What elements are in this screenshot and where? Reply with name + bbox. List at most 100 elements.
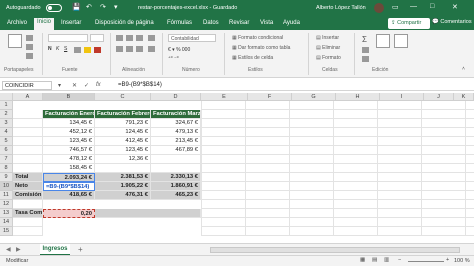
row-header[interactable]: 14 [0,218,13,227]
cancel-icon[interactable]: ✕ [72,82,77,89]
name-box[interactable]: COINCIDIR [2,81,52,90]
row-header[interactable]: 3 [0,119,13,128]
empty-cells[interactable] [201,101,474,236]
zoom-out-icon[interactable]: − [398,257,401,263]
total-febrero[interactable]: 2.381,53 € [95,173,151,182]
cut-icon[interactable] [26,35,33,41]
row-header[interactable]: 12 [0,200,13,209]
cell-d4[interactable]: 479,13 € [151,128,201,137]
cell-c3[interactable]: 791,23 € [95,119,151,128]
autosum-icon[interactable]: Σ [362,35,367,44]
copy-icon[interactable] [26,44,33,50]
cell-a2[interactable] [13,110,43,119]
menu-ayuda[interactable]: Ayuda [280,19,303,27]
column-header[interactable]: I [380,93,424,101]
collapse-ribbon-icon[interactable]: ˄ [462,66,465,72]
menu-vista[interactable]: Vista [257,19,276,27]
align-right-icon[interactable] [136,46,143,52]
bold-icon[interactable]: N [48,46,52,52]
comision-marzo[interactable]: 465,23 € [151,191,201,200]
row-header[interactable]: 4 [0,128,13,137]
font-size-field[interactable] [90,34,104,42]
ribbon-display-icon[interactable]: ▭ [392,3,399,11]
cell-b4[interactable]: 452,12 € [43,128,95,137]
wrap-text-icon[interactable] [148,35,155,41]
comments-button[interactable]: 💬 Comentarios [432,19,472,25]
font-color-icon[interactable] [94,47,101,53]
neto-marzo[interactable]: 1.860,91 € [151,182,201,191]
delete-cells-button[interactable]: ▤ Eliminar [316,45,340,51]
row-header[interactable]: 15 [0,227,13,236]
header-marzo[interactable]: Facturación Marzo [151,110,201,119]
fill-color-icon[interactable] [84,47,91,53]
row-header[interactable]: 2 [0,110,13,119]
row-header[interactable]: 10 [0,182,13,191]
page-break-icon[interactable]: ▥ [384,257,389,263]
row-header[interactable]: 13 [0,209,13,218]
enter-icon[interactable]: ✓ [84,82,89,89]
normal-view-icon[interactable]: ▦ [360,257,365,263]
formula-input[interactable]: =B9-(B9*$B$14) [118,82,162,88]
cell-d8[interactable] [151,164,201,173]
cell-b6[interactable]: 746,57 € [43,146,95,155]
zoom-in-icon[interactable]: + [446,257,449,263]
cell-styles-button[interactable]: ▦ Estilos de celda [232,55,273,61]
header-febrero[interactable]: Facturación Febrero [95,110,151,119]
border-icon[interactable] [74,47,81,53]
prev-sheet-icon[interactable]: ◀ [6,246,11,253]
page-layout-icon[interactable]: ▤ [372,257,377,263]
format-as-table-button[interactable]: ▦ Dar formato como tabla [232,45,290,51]
merge-cells-icon[interactable] [148,46,155,52]
insert-cells-button[interactable]: ▤ Insertar [316,35,339,41]
total-enero[interactable]: 2.093,24 € [43,173,95,182]
cell-c4[interactable]: 124,45 € [95,128,151,137]
column-header[interactable]: C [95,93,151,101]
menu-insertar[interactable]: Insertar [58,19,84,27]
fill-icon[interactable] [362,47,369,53]
cell-c8[interactable] [95,164,151,173]
menu-formulas[interactable]: Fórmulas [164,19,195,27]
column-header[interactable]: K [454,93,474,101]
add-sheet-icon[interactable]: + [78,245,83,254]
zoom-level[interactable]: 100 % [454,258,470,264]
column-header[interactable]: F [248,93,292,101]
undo-icon[interactable]: ↶ [86,3,92,11]
autosave-toggle[interactable] [46,4,62,12]
find-select-icon[interactable] [394,34,408,48]
total-marzo[interactable]: 2.330,13 € [151,173,201,182]
row-header[interactable]: 5 [0,137,13,146]
maximize-icon[interactable]: □ [430,3,434,10]
menu-revisar[interactable]: Revisar [226,19,252,27]
neto-febrero[interactable]: 1.905,22 € [95,182,151,191]
row-header[interactable]: 11 [0,191,13,200]
cell-b7[interactable]: 478,12 € [43,155,95,164]
user-name[interactable]: Alberto López Tallón [316,5,366,11]
column-header[interactable]: D [151,93,201,101]
align-middle-icon[interactable] [126,35,133,41]
menu-inicio[interactable]: Inicio [34,18,55,30]
number-format-field[interactable]: Contabilidad [168,34,216,42]
total-label[interactable]: Total [13,173,43,182]
format-painter-icon[interactable] [26,53,33,59]
tasa-label[interactable]: Tasa Com. [13,209,43,218]
next-sheet-icon[interactable]: ▶ [16,246,21,253]
clear-icon[interactable] [362,56,369,62]
column-header[interactable]: A [13,93,43,101]
column-header[interactable]: G [292,93,336,101]
column-header[interactable]: E [201,93,248,101]
redo-icon[interactable]: ↷ [100,3,106,11]
row-header[interactable]: 1 [0,101,13,110]
underline-icon[interactable]: S [64,46,67,52]
save-icon[interactable]: 💾 [72,3,81,11]
align-bottom-icon[interactable] [136,35,143,41]
insert-function-icon[interactable]: fx [96,82,101,88]
neto-label[interactable]: Neto [13,182,43,191]
cell-d7[interactable] [151,155,201,164]
italic-icon[interactable]: K [56,46,59,52]
decimals-icon[interactable]: ⁺⁰ ⁻⁰ [168,56,179,62]
comision-febrero[interactable]: 476,31 € [95,191,151,200]
paste-icon[interactable] [8,34,22,48]
column-header[interactable]: B [43,93,95,101]
menu-datos[interactable]: Datos [200,19,222,27]
cell-d5[interactable]: 213,45 € [151,137,201,146]
